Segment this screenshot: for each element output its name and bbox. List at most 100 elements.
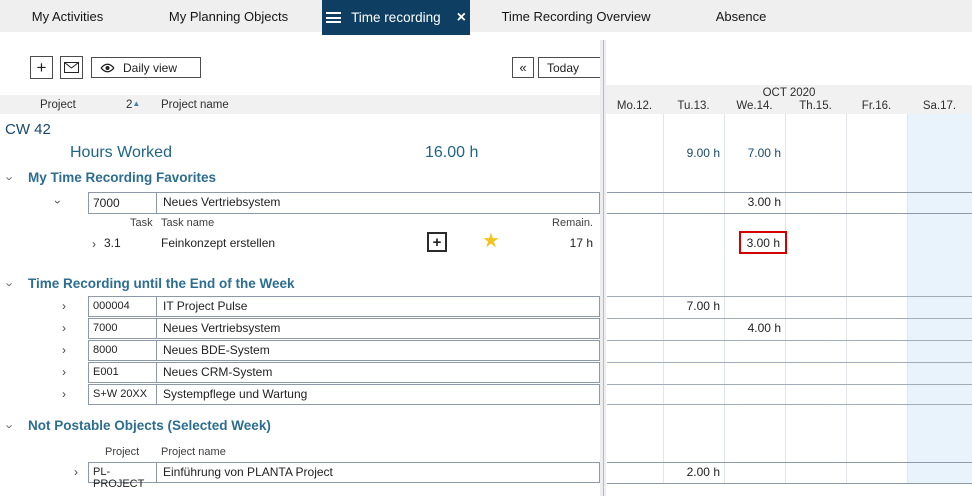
section-not-postable-title: Not Postable Objects (Selected Week): [28, 418, 271, 433]
time-recording-app: My Activities My Planning Objects Time r…: [0, 0, 972, 496]
column-header-task-name: Task name: [161, 217, 214, 229]
collapse-chevron-down-icon[interactable]: ›: [4, 282, 17, 286]
collapse-chevron-down-icon[interactable]: ›: [4, 176, 17, 180]
project-row[interactable]: 7000 Neues Vertriebsystem: [88, 318, 600, 339]
grid-line: [607, 362, 972, 363]
task-day-value: 3.00 h: [741, 233, 785, 250]
project-row[interactable]: PL-PROJECT Einführung von PLANTA Project: [88, 462, 600, 483]
grid-line: [607, 384, 972, 385]
project-name-cell[interactable]: Einführung von PLANTA Project: [156, 463, 599, 482]
project-code-cell[interactable]: 8000: [89, 341, 156, 360]
plus-icon: +: [433, 234, 442, 251]
project-code-cell[interactable]: 7000: [89, 319, 156, 338]
pane-splitter-line: [603, 40, 604, 496]
project-row[interactable]: 000004 IT Project Pulse: [88, 296, 600, 317]
favorite-star-icon[interactable]: ★: [482, 228, 500, 253]
plus-icon: +: [37, 58, 47, 78]
add-booking-button[interactable]: +: [427, 232, 447, 252]
project-name-cell[interactable]: Neues Vertriebsystem: [156, 319, 599, 338]
project-name-cell[interactable]: Systempflege und Wartung: [156, 385, 599, 404]
menu-icon[interactable]: [326, 10, 341, 26]
hours-worked-day-value: 9.00 h: [663, 146, 720, 160]
add-button[interactable]: +: [30, 56, 53, 79]
grid-line: [724, 114, 725, 483]
today-button-label: Today: [547, 61, 579, 75]
project-day-value[interactable]: 3.00 h: [724, 195, 781, 209]
project-name-cell[interactable]: Neues CRM-System: [156, 363, 599, 382]
previous-week-button[interactable]: «: [512, 57, 534, 78]
collapse-chevron-down-icon[interactable]: ›: [4, 424, 17, 428]
view-selector-label: Daily view: [123, 61, 177, 75]
day-header-sa[interactable]: Sa.17.: [907, 100, 972, 112]
close-tab-icon[interactable]: ×: [457, 10, 466, 26]
envelope-icon: [64, 62, 79, 73]
project-row[interactable]: E001 Neues CRM-System: [88, 362, 600, 383]
day-header-th[interactable]: Th.15.: [785, 100, 846, 112]
left-column-header-band: [0, 95, 600, 114]
grid-line: [607, 483, 972, 484]
selected-booking-cell[interactable]: 3.00 h: [739, 231, 787, 254]
collapse-chevron-down-icon[interactable]: ›: [52, 200, 64, 204]
hours-worked-label: Hours Worked: [70, 144, 172, 162]
week-label: CW 42: [5, 121, 51, 138]
day-header-tu[interactable]: Tu.13.: [663, 100, 724, 112]
column-header-project: Project: [105, 446, 139, 458]
tab-label: Time recording: [351, 10, 441, 25]
grid-line: [607, 192, 972, 193]
section-favorites-title: My Time Recording Favorites: [28, 170, 216, 185]
project-row[interactable]: S+W 20XX Systempflege und Wartung: [88, 384, 600, 405]
project-row[interactable]: 8000 Neues BDE-System: [88, 340, 600, 361]
day-header-we[interactable]: We.14.: [724, 100, 785, 112]
expand-chevron-right-icon[interactable]: ›: [92, 238, 96, 250]
tab-bar-filler: [800, 0, 972, 32]
tab-bar: My Activities My Planning Objects Time r…: [0, 0, 972, 35]
project-code-cell[interactable]: S+W 20XX: [89, 385, 156, 404]
task-id[interactable]: 3.1: [104, 236, 121, 250]
project-name-cell[interactable]: Neues Vertriebsystem: [156, 193, 599, 213]
sort-ascending-icon: ▲: [132, 99, 140, 108]
expand-chevron-right-icon[interactable]: ›: [62, 366, 66, 378]
column-header-project-name[interactable]: Project name: [161, 99, 229, 111]
grid-line: [607, 318, 972, 319]
column-header-remaining: Remain.: [500, 217, 593, 229]
project-code-cell[interactable]: PL-PROJECT: [89, 463, 156, 482]
tab-label: Absence: [716, 9, 767, 24]
hours-worked-total: 16.00 h: [425, 144, 478, 162]
grid-line: [607, 296, 972, 297]
project-code-cell[interactable]: E001: [89, 363, 156, 382]
project-code-cell[interactable]: 000004: [89, 297, 156, 316]
view-selector[interactable]: Daily view: [91, 57, 201, 78]
expand-chevron-right-icon[interactable]: ›: [74, 466, 78, 478]
grid-line: [607, 462, 972, 463]
tab-my-planning-objects[interactable]: My Planning Objects: [135, 0, 322, 32]
project-day-value[interactable]: 4.00 h: [724, 321, 781, 335]
project-name-cell[interactable]: Neues BDE-System: [156, 341, 599, 360]
project-day-value[interactable]: 2.00 h: [663, 465, 720, 479]
day-header-fr[interactable]: Fr.16.: [846, 100, 907, 112]
task-name[interactable]: Feinkonzept erstellen: [161, 236, 275, 250]
project-day-value[interactable]: 7.00 h: [663, 299, 720, 313]
day-header-mo[interactable]: Mo.12.: [606, 100, 663, 112]
grid-line: [607, 340, 972, 341]
expand-chevron-right-icon[interactable]: ›: [62, 344, 66, 356]
project-name-cell[interactable]: IT Project Pulse: [156, 297, 599, 316]
tab-my-activities[interactable]: My Activities: [0, 0, 135, 32]
expand-chevron-right-icon[interactable]: ›: [62, 388, 66, 400]
sort-badge[interactable]: 2▲: [126, 99, 140, 111]
section-week-recording-title: Time Recording until the End of the Week: [28, 276, 295, 291]
hours-worked-day-value: 7.00 h: [724, 146, 781, 160]
saturday-weekend-highlight: [907, 114, 972, 483]
tab-time-recording-overview[interactable]: Time Recording Overview: [470, 0, 682, 32]
today-button[interactable]: Today: [538, 57, 604, 78]
project-code-cell[interactable]: 7000: [89, 193, 156, 213]
tab-absence[interactable]: Absence: [682, 0, 800, 32]
grid-line: [607, 404, 972, 405]
column-header-project[interactable]: Project: [40, 99, 76, 111]
mail-button[interactable]: [60, 56, 83, 79]
expand-chevron-right-icon[interactable]: ›: [62, 322, 66, 334]
tab-label: My Planning Objects: [169, 9, 288, 24]
expand-chevron-right-icon[interactable]: ›: [62, 300, 66, 312]
favorite-project-row[interactable]: 7000 Neues Vertriebsystem: [88, 192, 600, 214]
tab-time-recording[interactable]: Time recording ×: [322, 0, 470, 35]
remaining-value: 17 h: [500, 236, 593, 250]
